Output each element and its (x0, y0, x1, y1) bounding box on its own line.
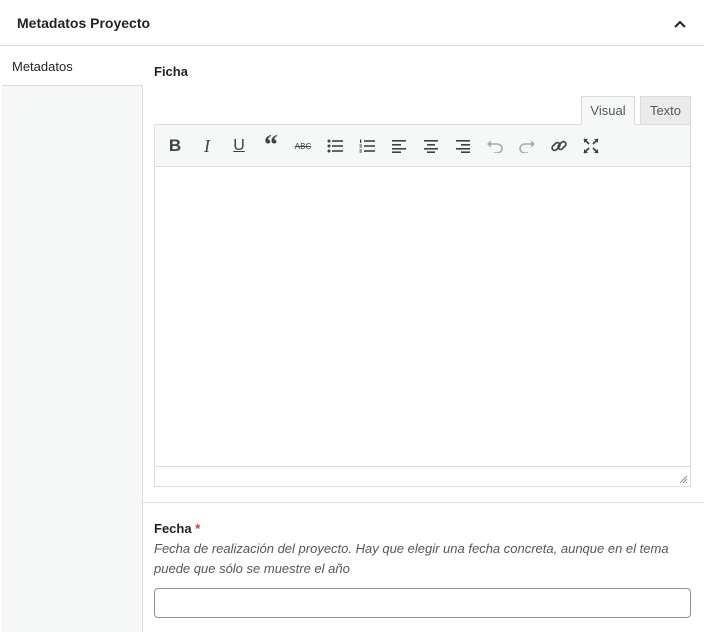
bold-button[interactable]: B (163, 134, 187, 158)
bold-icon: B (168, 136, 182, 155)
fecha-label-text: Fecha (154, 521, 192, 536)
field-group-tabs: Metadatos (2, 46, 143, 632)
redo-icon (519, 140, 535, 153)
undo-icon (487, 140, 503, 153)
metabox-title: Metadatos Proyecto (17, 15, 151, 31)
link-button[interactable] (547, 134, 571, 158)
field-separator (143, 502, 704, 503)
bullet-list-button[interactable] (323, 134, 347, 158)
align-left-icon (392, 140, 406, 153)
link-icon (551, 140, 567, 152)
fecha-input[interactable] (154, 588, 691, 618)
numbered-list-icon (359, 139, 375, 153)
align-left-button[interactable] (387, 134, 411, 158)
align-right-button[interactable] (451, 134, 475, 158)
editor-statusbar (155, 466, 690, 486)
fullscreen-button[interactable] (579, 134, 603, 158)
editor-content-area[interactable] (155, 167, 690, 466)
align-center-icon (424, 140, 438, 153)
tab-metadatos[interactable]: Metadatos (2, 46, 143, 86)
underline-button[interactable]: U (227, 134, 251, 158)
required-mark: * (195, 521, 201, 536)
rich-text-editor: B I U “ ABC (154, 124, 691, 487)
metabox: Metadatos Proyecto Metadatos Ficha Visua… (0, 0, 704, 632)
editor-toolbar: B I U “ ABC (155, 125, 690, 167)
italic-button[interactable]: I (195, 134, 219, 158)
strikethrough-icon: ABC (294, 141, 312, 151)
toggle-button[interactable] (670, 14, 690, 34)
chevron-up-icon (674, 20, 686, 28)
strikethrough-button[interactable]: ABC (291, 134, 315, 158)
align-right-icon (456, 140, 470, 153)
metabox-body: Metadatos Ficha Visual Texto B I U “ ABC… (0, 46, 704, 632)
ficha-label: Ficha (154, 64, 188, 79)
blockquote-button[interactable]: “ (259, 130, 283, 161)
resize-handle-icon[interactable] (678, 474, 688, 484)
fecha-label: Fecha * (154, 521, 200, 536)
metabox-header: Metadatos Proyecto (0, 0, 704, 46)
fecha-description: Fecha de realización del proyecto. Hay q… (154, 541, 669, 576)
undo-button[interactable] (483, 134, 507, 158)
tab-texto[interactable]: Texto (640, 96, 691, 125)
fullscreen-icon (583, 138, 599, 154)
align-center-button[interactable] (419, 134, 443, 158)
redo-button[interactable] (515, 134, 539, 158)
underline-icon: U (233, 137, 245, 154)
tab-visual[interactable]: Visual (581, 96, 635, 125)
numbered-list-button[interactable] (355, 134, 379, 158)
blockquote-icon: “ (264, 130, 278, 161)
bullet-list-icon (327, 139, 343, 153)
italic-icon: I (204, 135, 210, 156)
